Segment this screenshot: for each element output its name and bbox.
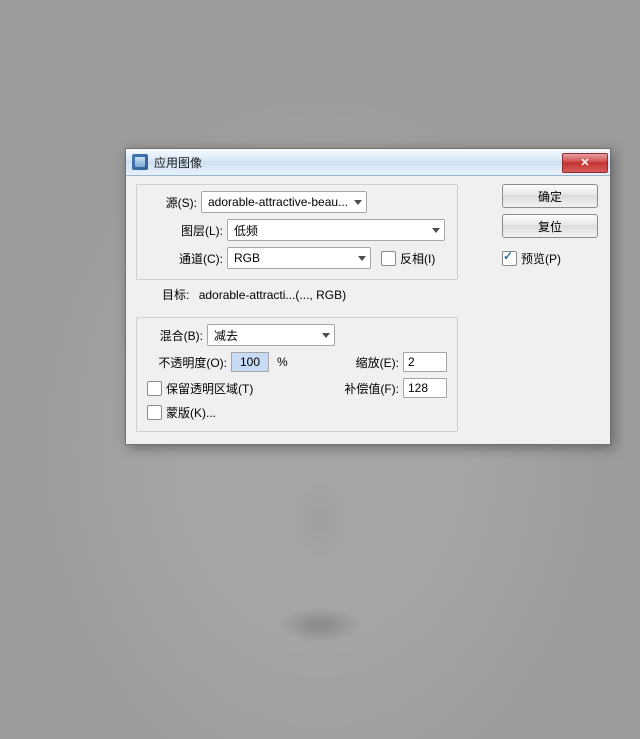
layer-select[interactable]: 低频 [227,219,445,241]
opacity-suffix: % [277,355,288,369]
invert-label: 反相(I) [400,250,435,267]
scale-input[interactable]: 2 [403,352,447,372]
layer-value: 低频 [234,222,258,239]
blend-mode-value: 减去 [214,327,238,344]
app-icon [132,154,148,170]
ok-button[interactable]: 确定 [502,184,598,208]
opacity-input[interactable]: 100 [231,352,269,372]
channel-value: RGB [234,251,260,265]
chevron-down-icon [432,228,440,233]
chevron-down-icon [358,256,366,261]
invert-checkbox-wrap[interactable]: 反相(I) [381,250,435,267]
apply-image-dialog: 应用图像 ✕ 源(S): adorable-attractive-beau...… [125,148,611,445]
reset-button[interactable]: 复位 [502,214,598,238]
source-file-select[interactable]: adorable-attractive-beau... [201,191,367,213]
chevron-down-icon [354,200,362,205]
ok-label: 确定 [538,188,562,205]
target-row: 目标: adorable-attracti...(..., RGB) [162,286,600,303]
blend-mode-select[interactable]: 减去 [207,324,335,346]
offset-value: 128 [408,381,428,395]
reset-label: 复位 [538,218,562,235]
preview-checkbox[interactable] [502,251,517,266]
preview-checkbox-wrap[interactable]: 预览(P) [502,250,598,267]
preserve-transparency-wrap[interactable]: 保留透明区域(T) [147,380,253,397]
blend-label: 混合(B): [147,327,203,344]
preserve-transparency-label: 保留透明区域(T) [166,380,253,397]
invert-checkbox[interactable] [381,251,396,266]
channel-select[interactable]: RGB [227,247,371,269]
source-label: 源(S): [147,194,197,211]
dialog-title: 应用图像 [154,154,562,171]
dialog-side-buttons: 确定 复位 预览(P) [502,184,598,267]
blend-group: 混合(B): 减去 不透明度(O): 100 % 缩放(E): 2 [136,317,458,432]
scale-label: 缩放(E): [301,354,399,371]
dialog-body: 源(S): adorable-attractive-beau... 图层(L):… [126,176,610,444]
offset-label: 补偿值(F): [317,380,399,397]
channel-label: 通道(C): [147,250,223,267]
close-icon: ✕ [580,156,589,169]
mask-checkbox[interactable] [147,405,162,420]
layer-label: 图层(L): [147,222,223,239]
opacity-label: 不透明度(O): [147,354,227,371]
offset-input[interactable]: 128 [403,378,447,398]
preview-label: 预览(P) [521,250,561,267]
close-button[interactable]: ✕ [562,153,608,173]
titlebar[interactable]: 应用图像 ✕ [126,149,610,176]
scale-value: 2 [408,355,415,369]
target-label: 目标: [162,288,189,302]
source-file-value: adorable-attractive-beau... [208,195,348,209]
mask-label: 蒙版(K)... [166,404,216,421]
source-group: 源(S): adorable-attractive-beau... 图层(L):… [136,184,458,280]
preserve-transparency-checkbox[interactable] [147,381,162,396]
opacity-value: 100 [240,355,260,369]
mask-checkbox-wrap[interactable]: 蒙版(K)... [147,404,216,421]
target-value: adorable-attracti...(..., RGB) [199,288,346,302]
chevron-down-icon [322,333,330,338]
